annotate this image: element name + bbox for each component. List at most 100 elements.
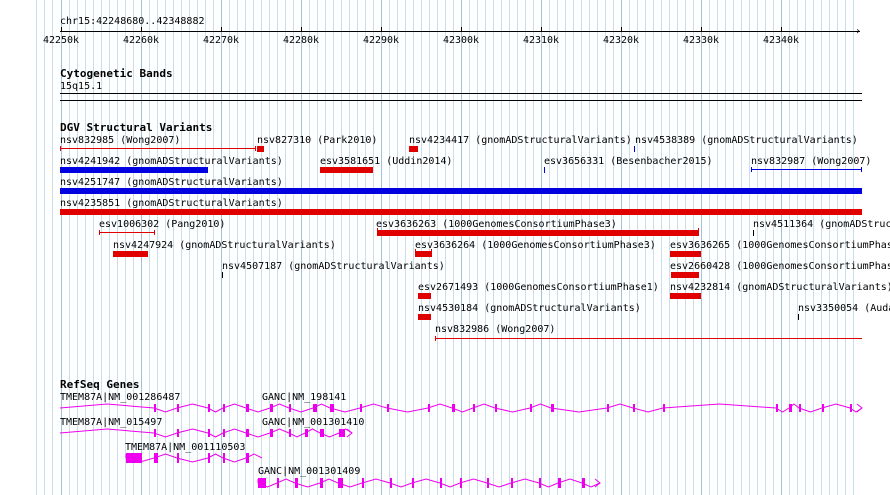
gene-exon <box>277 478 279 488</box>
variant-label[interactable]: esv3656331 (Besenbacher2015) <box>544 156 713 167</box>
gene-exon <box>223 404 225 412</box>
variant-end-tick <box>431 249 432 254</box>
variant-label[interactable]: esv2671493 (1000GenomesConsortiumPhase1) <box>418 282 659 293</box>
variant-label[interactable]: nsv4511364 (gnomADStruc <box>753 219 890 230</box>
gene-exon <box>633 404 635 412</box>
variant-label[interactable]: nsv832987 (Wong2007) <box>751 156 871 167</box>
gene-exon <box>246 453 249 463</box>
variant-bar[interactable] <box>418 314 431 320</box>
variant-label[interactable]: nsv832985 (Wong2007) <box>60 135 180 146</box>
grid-line-minor <box>661 0 662 495</box>
gene-exon <box>362 478 364 488</box>
variant-label[interactable]: nsv3350054 (Auda <box>798 303 890 314</box>
variant-end-tick <box>751 167 752 172</box>
variant-end-tick <box>154 230 155 235</box>
variant-label[interactable]: esv3636265 (1000GenomesConsortiumPhas <box>670 240 890 251</box>
gene-model[interactable] <box>0 423 890 443</box>
grid-line-minor <box>397 0 398 495</box>
variant-label[interactable]: esv3636263 (1000GenomesConsortiumPhase3) <box>376 219 617 230</box>
gene-exon <box>270 404 273 412</box>
ruler-tick <box>701 27 702 31</box>
variant-bar[interactable] <box>257 146 264 152</box>
cytoband-track-title[interactable]: Cytogenetic Bands <box>60 67 173 80</box>
variant-label[interactable]: nsv4251747 (gnomADStructuralVariants) <box>60 177 283 188</box>
variant-line[interactable] <box>60 148 256 149</box>
strand-arrow-icon <box>594 478 601 488</box>
ruler-tick <box>301 27 302 31</box>
variant-end-tick <box>435 336 436 341</box>
variant-label[interactable]: nsv4235851 (gnomADStructuralVariants) <box>60 198 283 209</box>
gene-exon <box>495 404 497 412</box>
variant-label[interactable]: esv3636264 (1000GenomesConsortiumPhase3) <box>415 240 656 251</box>
gene-exon <box>582 478 585 488</box>
gene-exon <box>460 478 462 488</box>
gene-model[interactable] <box>0 448 890 468</box>
variant-bar[interactable] <box>60 167 208 173</box>
variant-marker[interactable] <box>753 230 754 236</box>
variant-label[interactable]: esv2660428 (1000GenomesConsortiumPhas <box>670 261 890 272</box>
ruler-tick-label: 42300k <box>442 35 480 46</box>
variant-label[interactable]: nsv4530184 (gnomADStructuralVariants) <box>418 303 641 314</box>
variant-bar[interactable] <box>113 251 148 257</box>
gene-exon <box>487 478 489 488</box>
variant-bar[interactable] <box>60 188 862 194</box>
variant-bar[interactable] <box>670 251 701 257</box>
ruler-tick-label: 42310k <box>522 35 560 46</box>
refseq-track-title[interactable]: RefSeq Genes <box>60 378 139 391</box>
cytoband-top-line <box>60 93 862 94</box>
gene-exon <box>387 404 389 412</box>
variant-bar[interactable] <box>377 230 699 236</box>
variant-bar[interactable] <box>60 209 862 215</box>
gene-exon <box>208 404 210 412</box>
cytoband-bottom-line <box>60 100 862 101</box>
gene-exon <box>223 453 225 463</box>
gene-model[interactable] <box>0 398 890 418</box>
variant-end-tick <box>99 230 100 235</box>
variant-label[interactable]: nsv4232814 (gnomADStructuralVariants) <box>670 282 890 293</box>
variant-label[interactable]: nsv4247924 (gnomADStructuralVariants) <box>113 240 336 251</box>
gene-model[interactable] <box>0 473 890 493</box>
grid-line-minor <box>44 0 45 495</box>
variant-label[interactable]: nsv4538389 (gnomADStructuralVariants) <box>635 135 858 146</box>
variant-marker[interactable] <box>544 167 545 173</box>
grid-line-minor <box>405 0 406 495</box>
variant-bar[interactable] <box>409 146 418 152</box>
ruler-axis <box>60 31 860 32</box>
variant-bar[interactable] <box>418 293 431 299</box>
variant-bar[interactable] <box>671 272 699 278</box>
variant-marker[interactable] <box>798 314 799 320</box>
gene-exon <box>776 404 778 412</box>
variant-label[interactable]: nsv832986 (Wong2007) <box>435 324 555 335</box>
variant-marker[interactable] <box>634 146 635 152</box>
gene-exon <box>452 404 455 412</box>
variant-label[interactable]: esv3581651 (Uddin2014) <box>320 156 452 167</box>
variant-line[interactable] <box>99 232 155 233</box>
variant-line[interactable] <box>751 169 862 170</box>
variant-label[interactable]: nsv4507187 (gnomADStructuralVariants) <box>222 261 445 272</box>
variant-bar[interactable] <box>670 293 701 299</box>
ruler-tick <box>381 27 382 31</box>
gene-exon <box>339 429 345 437</box>
ruler-tick <box>461 27 462 31</box>
variant-bar[interactable] <box>415 251 432 257</box>
variant-label[interactable]: nsv4234417 (gnomADStructuralVariants) <box>409 135 632 146</box>
variant-label[interactable]: nsv827310 (Park2010) <box>257 135 377 146</box>
variant-label[interactable]: nsv4241942 (gnomADStructuralVariants) <box>60 156 283 167</box>
genome-browser-view[interactable]: chr15:42248680..42348882 › 42250k 42260k 4… <box>0 0 890 495</box>
ruler-tick-label: 42280k <box>282 35 320 46</box>
variant-marker[interactable] <box>222 272 223 278</box>
dgv-track-title[interactable]: DGV Structural Variants <box>60 121 212 134</box>
gene-exon <box>789 404 792 412</box>
gene-exon <box>360 404 362 412</box>
gene-exon <box>154 453 158 463</box>
gene-exon <box>320 429 324 437</box>
ruler-location: chr15:42248680..42348882 <box>60 16 205 27</box>
ruler-arrow-icon: › <box>855 26 862 37</box>
gene-exon <box>390 478 392 488</box>
variant-bar[interactable] <box>320 167 373 173</box>
variant-label[interactable]: esv1006302 (Pang2010) <box>99 219 225 230</box>
gene-exon <box>223 429 225 437</box>
variant-line[interactable] <box>435 338 862 339</box>
gene-intron-line <box>257 478 601 488</box>
ruler-tick-label: 42290k <box>362 35 400 46</box>
